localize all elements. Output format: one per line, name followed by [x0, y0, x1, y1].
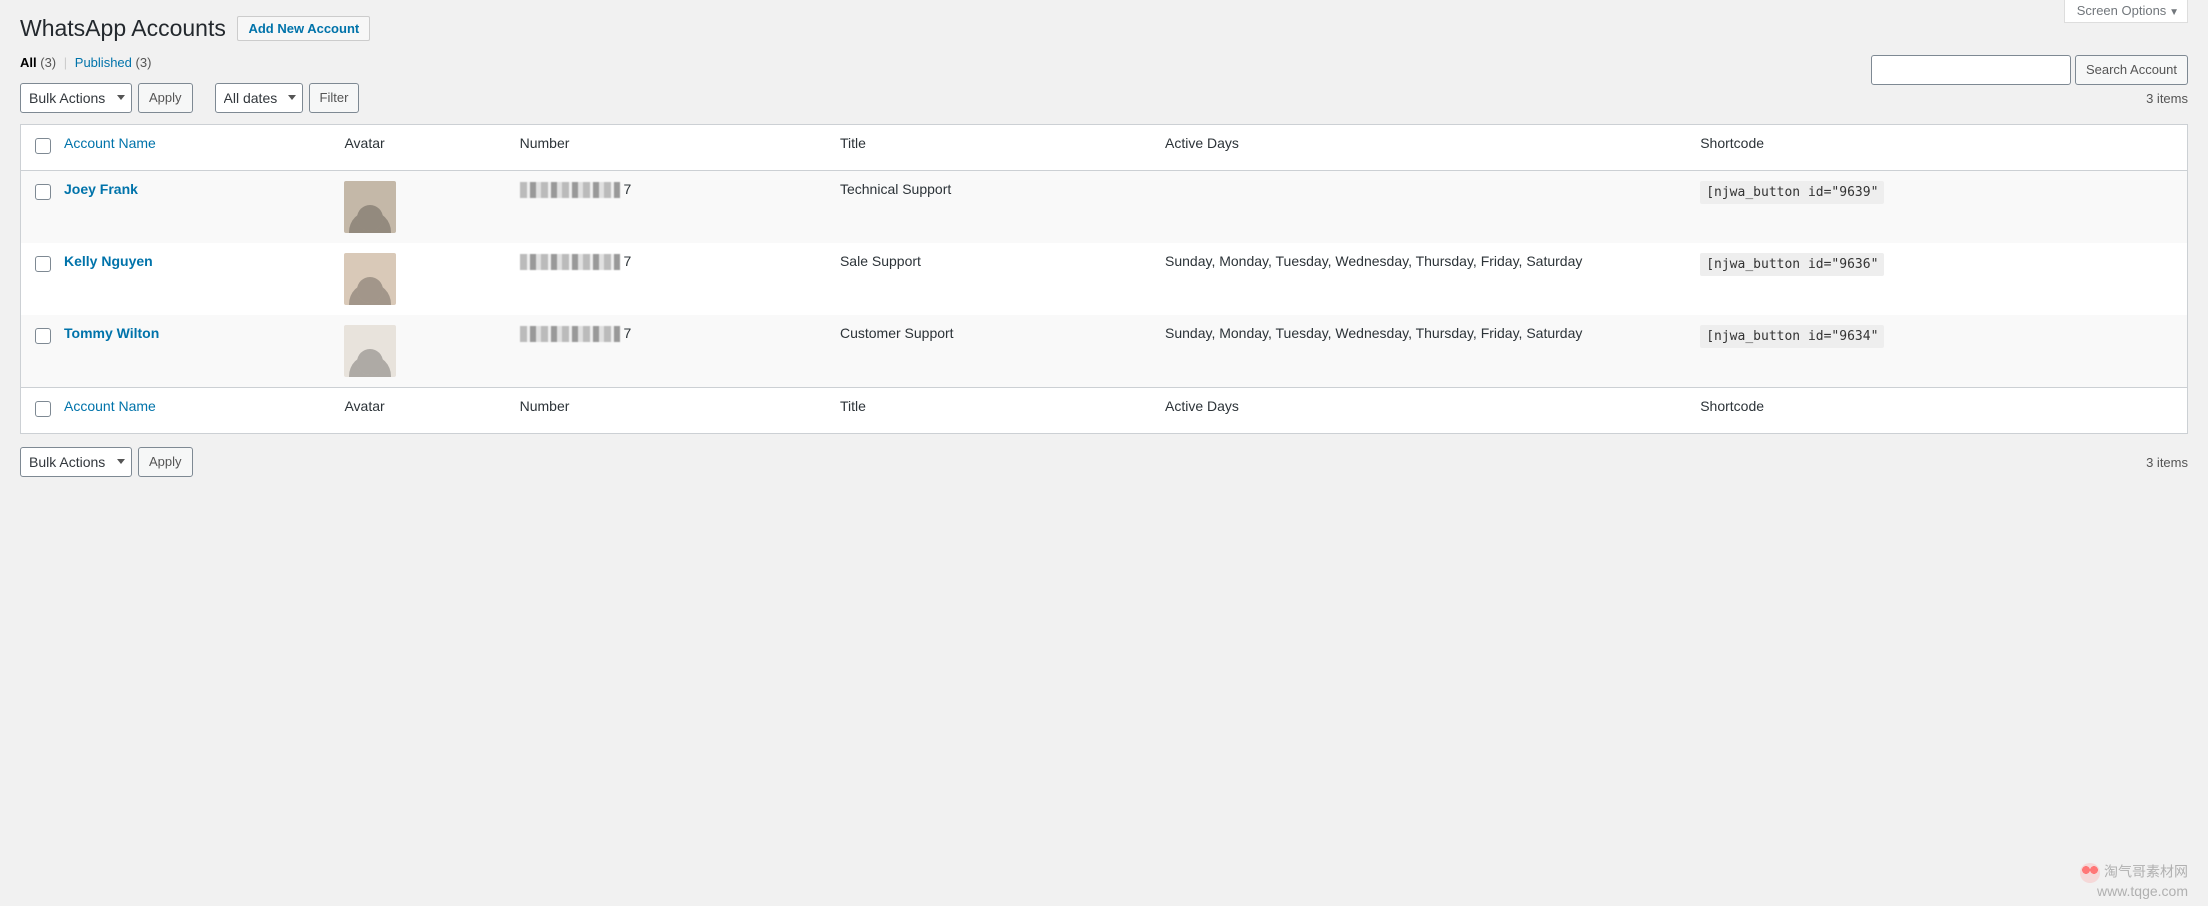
row-checkbox[interactable] — [35, 328, 51, 344]
redacted-number — [520, 182, 620, 198]
search-button[interactable]: Search Account — [2075, 55, 2188, 85]
filter-published-count: (3) — [136, 55, 152, 70]
active-days-cell: Sunday, Monday, Tuesday, Wednesday, Thur… — [1155, 315, 1690, 387]
col-number: Number — [510, 125, 830, 171]
table-row: Joey Frank 7 Technical Support [njwa_but… — [21, 171, 2187, 243]
col-account-name-foot[interactable]: Account Name — [54, 387, 334, 433]
avatar — [344, 325, 396, 377]
number-cell: 7 — [510, 315, 830, 387]
col-account-name[interactable]: Account Name — [54, 125, 334, 171]
account-name-link[interactable]: Kelly Nguyen — [64, 253, 153, 269]
items-count-top: 3 items — [2146, 91, 2188, 106]
watermark: 淘气哥素材网 www.tqge.com — [2080, 863, 2188, 900]
col-avatar-foot: Avatar — [334, 387, 509, 433]
active-days-cell: Sunday, Monday, Tuesday, Wednesday, Thur… — [1155, 243, 1690, 315]
active-days-cell — [1155, 171, 1690, 243]
filter-published[interactable]: Published — [75, 55, 132, 70]
status-filters: All (3) | Published (3) — [20, 55, 2188, 70]
col-shortcode: Shortcode — [1690, 125, 2187, 171]
table-row: Kelly Nguyen 7 Sale Support Sunday, Mond… — [21, 243, 2187, 315]
redacted-number — [520, 254, 620, 270]
screen-options-toggle[interactable]: Screen Options — [2064, 0, 2188, 23]
filter-button[interactable]: Filter — [309, 83, 360, 113]
col-avatar: Avatar — [334, 125, 509, 171]
title-cell: Sale Support — [830, 243, 1155, 315]
title-cell: Technical Support — [830, 171, 1155, 243]
filter-all[interactable]: All — [20, 55, 37, 70]
col-active-days-foot: Active Days — [1155, 387, 1690, 433]
title-cell: Customer Support — [830, 315, 1155, 387]
shortcode-text[interactable]: [njwa_button id="9634" — [1700, 325, 1884, 348]
select-all-top[interactable] — [35, 138, 51, 154]
shortcode-text[interactable]: [njwa_button id="9639" — [1700, 181, 1884, 204]
search-input[interactable] — [1871, 55, 2071, 85]
row-checkbox[interactable] — [35, 184, 51, 200]
col-active-days: Active Days — [1155, 125, 1690, 171]
col-title-foot: Title — [830, 387, 1155, 433]
page-title: WhatsApp Accounts — [20, 5, 226, 47]
avatar — [344, 253, 396, 305]
number-cell: 7 — [510, 243, 830, 315]
col-number-foot: Number — [510, 387, 830, 433]
row-checkbox[interactable] — [35, 256, 51, 272]
accounts-table: Account Name Avatar Number Title Active … — [20, 124, 2188, 434]
select-all-bottom[interactable] — [35, 401, 51, 417]
date-filter-select[interactable]: All dates — [215, 83, 303, 113]
apply-bulk-button-bottom[interactable]: Apply — [138, 447, 193, 477]
account-name-link[interactable]: Joey Frank — [64, 181, 138, 197]
shortcode-text[interactable]: [njwa_button id="9636" — [1700, 253, 1884, 276]
filter-all-count: (3) — [40, 55, 56, 70]
add-new-account-button[interactable]: Add New Account — [237, 16, 370, 41]
redacted-number — [520, 326, 620, 342]
bulk-actions-select-bottom[interactable]: Bulk Actions — [20, 447, 132, 477]
items-count-bottom: 3 items — [2146, 455, 2188, 470]
number-cell: 7 — [510, 171, 830, 243]
col-title: Title — [830, 125, 1155, 171]
apply-bulk-button[interactable]: Apply — [138, 83, 193, 113]
bulk-actions-select[interactable]: Bulk Actions — [20, 83, 132, 113]
col-shortcode-foot: Shortcode — [1690, 387, 2187, 433]
account-name-link[interactable]: Tommy Wilton — [64, 325, 159, 341]
avatar — [344, 181, 396, 233]
table-row: Tommy Wilton 7 Customer Support Sunday, … — [21, 315, 2187, 387]
